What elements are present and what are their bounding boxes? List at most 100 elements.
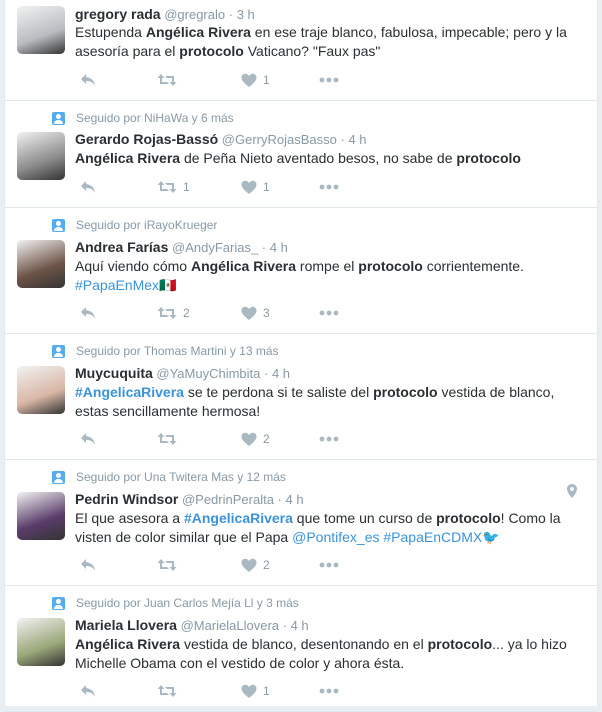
author-handle[interactable]: @gregralo	[164, 7, 225, 22]
author-name[interactable]: Pedrin Windsor	[75, 491, 178, 507]
text-segment: 🐦	[482, 529, 500, 545]
more-button[interactable]	[319, 430, 339, 448]
hashtag-link[interactable]: #AngelicaRivera	[184, 510, 293, 526]
text-segment: Aquí viendo cómo	[75, 258, 191, 274]
action-count: 2	[183, 306, 190, 320]
tweet-actions: 1	[75, 682, 375, 700]
reply-button[interactable]	[80, 71, 96, 89]
like-button[interactable]: 1	[241, 71, 270, 89]
tweet-actions: 23	[75, 304, 375, 322]
reply-button[interactable]	[80, 304, 96, 322]
tweet-time[interactable]: 4 h	[285, 492, 303, 507]
context-text: Seguido por Una Twitera Mas y 12 más	[76, 470, 286, 484]
more-button[interactable]	[319, 304, 339, 322]
tweet[interactable]: Seguido por Thomas Martini y 13 más Muycu…	[5, 334, 597, 460]
reply-icon	[80, 684, 96, 698]
tweet[interactable]: Seguido por NiHaWa y 6 más Gerardo Rojas-…	[5, 101, 597, 208]
retweet-button[interactable]	[157, 71, 183, 89]
tweet-time[interactable]: 4 h	[272, 366, 290, 381]
retweet-button[interactable]	[157, 556, 183, 574]
text-segment: protocolo	[179, 43, 244, 59]
tweet-time[interactable]: 4 h	[270, 240, 288, 255]
followed-by-context: Seguido por Thomas Martini y 13 más	[52, 343, 279, 359]
author-name[interactable]: Muycuquita	[75, 365, 153, 381]
tweet-text: Angélica Rivera de Peña Nieto aventado b…	[75, 149, 585, 168]
text-segment: 🇲🇽	[159, 277, 177, 293]
tweet-text: Angélica Rivera vestida de blanco, desen…	[75, 635, 585, 673]
retweet-icon	[157, 73, 177, 87]
text-segment: protocolo	[427, 636, 493, 652]
more-icon	[319, 184, 339, 190]
hashtag-link[interactable]: #PapaEnMex	[75, 277, 159, 293]
text-segment: rompe el	[296, 258, 359, 274]
text-segment: que tome un curso de	[292, 510, 437, 526]
author-handle[interactable]: @AndyFarias_	[172, 240, 258, 255]
like-button[interactable]: 1	[241, 682, 270, 700]
tweet-time[interactable]: 4 h	[348, 132, 366, 147]
user-badge-icon	[52, 344, 65, 358]
context-text: Seguido por iRayoKrueger	[76, 218, 218, 232]
context-text: Seguido por Juan Carlos Mejía Ll y 3 más	[76, 596, 299, 610]
tweet-time[interactable]: 3 h	[237, 7, 255, 22]
avatar[interactable]	[17, 366, 65, 414]
tweet[interactable]: gregory rada @gregralo · 3 h Estupenda An…	[5, 0, 597, 101]
reply-button[interactable]	[80, 556, 96, 574]
reply-icon	[80, 180, 96, 194]
tweet-header: Pedrin Windsor @PedrinPeralta · 4 h	[75, 490, 304, 509]
tweet-actions: 2	[75, 430, 375, 448]
author-handle[interactable]: @GerryRojasBasso	[222, 132, 337, 147]
author-name[interactable]: Andrea Farías	[75, 239, 168, 255]
user-badge-icon	[52, 218, 65, 232]
more-button[interactable]	[319, 682, 339, 700]
tweet[interactable]: Seguido por Juan Carlos Mejía Ll y 3 más…	[5, 586, 597, 712]
reply-button[interactable]	[80, 178, 96, 196]
hashtag-link[interactable]: #PapaEnCDMX	[383, 529, 482, 545]
followed-by-context: Seguido por Una Twitera Mas y 12 más	[52, 469, 286, 485]
avatar[interactable]	[17, 132, 65, 180]
like-button[interactable]: 1	[241, 178, 270, 196]
tweet-text: El que asesora a #AngelicaRivera que tom…	[75, 509, 585, 547]
tweet-time[interactable]: 4 h	[291, 618, 309, 633]
avatar[interactable]	[17, 618, 65, 666]
avatar[interactable]	[17, 6, 65, 54]
retweet-button[interactable]: 1	[157, 178, 190, 196]
retweet-icon	[157, 558, 177, 572]
location-pin-icon[interactable]	[567, 484, 577, 503]
like-icon	[241, 73, 257, 88]
tweet-actions: 2	[75, 556, 375, 574]
avatar[interactable]	[17, 492, 65, 540]
author-handle[interactable]: @YaMuyChimbita	[156, 366, 260, 381]
text-segment: protocolo	[456, 150, 521, 166]
tweet[interactable]: Seguido por Una Twitera Mas y 12 más Pedr…	[5, 460, 597, 586]
author-name[interactable]: Mariela Llovera	[75, 617, 177, 633]
tweet-header: gregory rada @gregralo · 3 h	[75, 5, 255, 24]
tweet-header: Gerardo Rojas-Bassó @GerryRojasBasso · 4…	[75, 130, 367, 149]
author-name[interactable]: gregory rada	[75, 6, 161, 22]
separator-dot: ·	[279, 618, 291, 633]
like-button[interactable]: 3	[241, 304, 270, 322]
hashtag-link[interactable]: #AngelicaRivera	[75, 384, 184, 400]
more-button[interactable]	[319, 178, 339, 196]
retweet-button[interactable]	[157, 430, 183, 448]
tweet[interactable]: Seguido por iRayoKrueger Andrea Farías @A…	[5, 208, 597, 334]
more-button[interactable]	[319, 556, 339, 574]
text-segment: corrientemente.	[422, 258, 524, 274]
user-badge-icon	[52, 470, 65, 484]
like-button[interactable]: 2	[241, 430, 270, 448]
author-name[interactable]: Gerardo Rojas-Bassó	[75, 131, 218, 147]
hashtag-link[interactable]: @Pontifex_es	[292, 529, 379, 545]
retweet-button[interactable]: 2	[157, 304, 190, 322]
context-text: Seguido por NiHaWa y 6 más	[76, 111, 234, 125]
reply-button[interactable]	[80, 430, 96, 448]
more-button[interactable]	[319, 71, 339, 89]
followed-by-context: Seguido por iRayoKrueger	[52, 217, 217, 233]
action-count: 1	[183, 180, 190, 194]
reply-button[interactable]	[80, 682, 96, 700]
author-handle[interactable]: @PedrinPeralta	[182, 492, 274, 507]
author-handle[interactable]: @MarielaLlovera	[181, 618, 279, 633]
like-button[interactable]: 2	[241, 556, 270, 574]
reply-icon	[80, 432, 96, 446]
like-icon	[241, 558, 257, 573]
avatar[interactable]	[17, 240, 65, 288]
retweet-button[interactable]	[157, 682, 183, 700]
